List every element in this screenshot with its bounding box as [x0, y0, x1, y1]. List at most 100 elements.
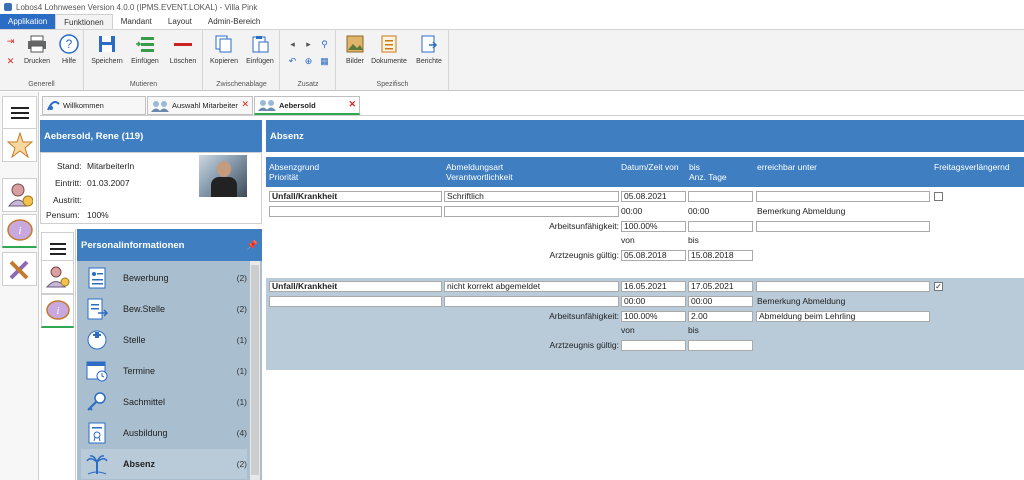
menu-tab-funktionen[interactable]: Funktionen	[55, 14, 113, 29]
search-icon[interactable]: ⚲	[319, 39, 330, 50]
group-label-general: Generell	[28, 81, 55, 88]
tab-aebersold-label: Aebersold	[279, 100, 316, 110]
list-item-absenz[interactable]: Absenz (2)	[81, 449, 247, 479]
tab-auswahl-mitarbeiter[interactable]: Auswahl Mitarbeiter ✕	[147, 96, 253, 115]
save-button[interactable]: Speichern	[89, 33, 125, 73]
anz-tage-field[interactable]	[688, 221, 753, 232]
help-button[interactable]: ? Hilfe	[51, 33, 87, 73]
tools-button[interactable]	[2, 252, 37, 286]
austritt-label: Austritt:	[53, 195, 82, 205]
ribbon-group-general: ⇥ ✕ Drucken ? Hilfe Generell	[0, 30, 84, 90]
arbeitsunfaehigkeit-field[interactable]: 100.00%	[621, 311, 686, 322]
arztzeugnis-bis-field[interactable]	[688, 340, 753, 351]
lobos-logo-icon	[46, 100, 60, 112]
list-item-sachmittel[interactable]: Sachmittel (1)	[81, 387, 247, 417]
favorites-button[interactable]	[2, 128, 37, 162]
previous-icon[interactable]: ◂	[287, 39, 298, 50]
scrollbar-thumb[interactable]	[251, 265, 259, 475]
list-item-label: Absenz	[123, 459, 156, 469]
verantwortlichkeit-field[interactable]	[444, 296, 619, 307]
zeit-von-field[interactable]: 00:00	[621, 296, 686, 307]
zeit-von-field[interactable]: 00:00	[621, 206, 642, 217]
employee-photo	[199, 155, 247, 197]
next-icon[interactable]: ▸	[303, 39, 314, 50]
datum-bis-field[interactable]: 17.05.2021	[688, 281, 753, 292]
menu-tab-layout[interactable]: Layout	[160, 14, 200, 29]
calendar-clock-icon	[85, 359, 109, 383]
arztzeugnis-label: Arztzeugnis gültig:	[549, 340, 619, 350]
sub-info-button[interactable]: i	[41, 294, 74, 328]
report-icon	[418, 33, 440, 55]
bemerkung-field[interactable]: Abmeldung beim Lehrling	[756, 311, 930, 322]
erreichbar-field[interactable]	[756, 281, 930, 292]
erreichbar-field[interactable]	[756, 191, 930, 202]
anz-tage-field[interactable]: 2.00	[688, 311, 753, 322]
tools-icon	[9, 260, 28, 280]
list-scrollbar[interactable]	[250, 261, 260, 480]
close-tab-icon[interactable]: ✕	[241, 99, 249, 110]
abmeldungsart-field[interactable]: nicht korrekt abgemeldet	[444, 281, 619, 292]
documents-button[interactable]: Dokumente	[371, 33, 407, 73]
freitag-checkbox[interactable]: ✓	[934, 282, 943, 291]
datum-bis-field[interactable]	[688, 191, 753, 202]
print-button[interactable]: Drucken	[19, 33, 55, 73]
employees-button[interactable]	[2, 178, 37, 212]
close-icon[interactable]: ✕	[5, 56, 16, 67]
sub-employees-button[interactable]	[41, 260, 74, 294]
freitag-checkbox[interactable]	[934, 192, 943, 201]
window-title: Lobos4 Lohnwesen Version 4.0.0 (IPMS.EVE…	[16, 2, 258, 12]
bemerkung-field[interactable]	[756, 221, 930, 232]
paste-button[interactable]: Einfügen	[242, 33, 278, 73]
col-anz-tage: Anz. Tage	[689, 172, 727, 182]
info-button[interactable]: i	[2, 214, 37, 248]
insert-button[interactable]: Einfügen	[127, 33, 163, 73]
delete-button[interactable]: Löschen	[165, 33, 201, 73]
images-label: Bilder	[346, 58, 364, 65]
abmeldungsart-field[interactable]: Schriftlich	[444, 191, 619, 202]
prioritaet-field[interactable]	[269, 206, 442, 217]
certificate-icon	[85, 421, 109, 445]
svg-text:i: i	[56, 306, 59, 317]
zoom-icon[interactable]: ⊕	[303, 56, 314, 67]
insert-rows-icon	[134, 33, 156, 55]
personal-info-header: Personalinformationen 📌	[77, 229, 262, 261]
hamburger-icon	[10, 107, 29, 119]
arztzeugnis-von-field[interactable]: 05.08.2018	[621, 250, 686, 261]
info-bubble-icon: i	[6, 218, 33, 241]
list-item-bewerbung[interactable]: Bewerbung (2)	[81, 263, 247, 293]
arztzeugnis-bis-field[interactable]: 15.08.2018	[688, 250, 753, 261]
images-button[interactable]: Bilder	[337, 33, 373, 73]
hamburger-menu-button[interactable]	[2, 96, 37, 130]
arbeitsunfaehigkeit-field[interactable]: 100.00%	[621, 221, 686, 232]
list-item-stelle[interactable]: Stelle (1)	[81, 325, 247, 355]
zeit-bis-field[interactable]: 00:00	[688, 206, 709, 217]
datum-von-field[interactable]: 16.05.2021	[621, 281, 686, 292]
list-item-bew-stelle[interactable]: Bew.Stelle (2)	[81, 294, 247, 324]
pin-icon[interactable]: 📌	[247, 240, 258, 251]
zeit-bis-field[interactable]: 00:00	[688, 296, 753, 307]
svg-text:i: i	[18, 225, 21, 237]
reports-button[interactable]: Berichte	[411, 33, 447, 73]
verantwortlichkeit-field[interactable]	[444, 206, 619, 217]
exit-icon[interactable]: ⇥	[5, 36, 16, 47]
table-icon[interactable]: ▦	[319, 56, 330, 67]
tab-auswahl-label: Auswahl Mitarbeiter	[172, 101, 238, 110]
ribbon-group-extra: ◂ ▸ ⚲ ↶ ⊕ ▦ Zusatz	[281, 30, 336, 90]
menu-tab-admin[interactable]: Admin-Bereich	[200, 14, 268, 29]
absenzgrund-field[interactable]: Unfall/Krankheit	[269, 281, 442, 292]
datum-von-field[interactable]: 05.08.2021	[621, 191, 686, 202]
save-label: Speichern	[91, 58, 123, 65]
list-item-ausbildung[interactable]: Ausbildung (4)	[81, 418, 247, 448]
arztzeugnis-von-field[interactable]	[621, 340, 686, 351]
absenzgrund-field[interactable]: Unfall/Krankheit	[269, 191, 442, 202]
close-tab-icon[interactable]: ✕	[348, 99, 356, 110]
tab-willkommen[interactable]: Willkommen	[42, 96, 146, 115]
tab-aebersold[interactable]: Aebersold ✕	[254, 96, 360, 115]
menu-tab-mandant[interactable]: Mandant	[113, 14, 160, 29]
undo-icon[interactable]: ↶	[287, 56, 298, 67]
menu-tab-applikation[interactable]: Applikation	[0, 14, 56, 29]
list-item-termine[interactable]: Termine (1)	[81, 356, 247, 386]
prioritaet-field[interactable]	[269, 296, 442, 307]
minus-icon	[172, 33, 194, 55]
copy-button[interactable]: Kopieren	[206, 33, 242, 73]
